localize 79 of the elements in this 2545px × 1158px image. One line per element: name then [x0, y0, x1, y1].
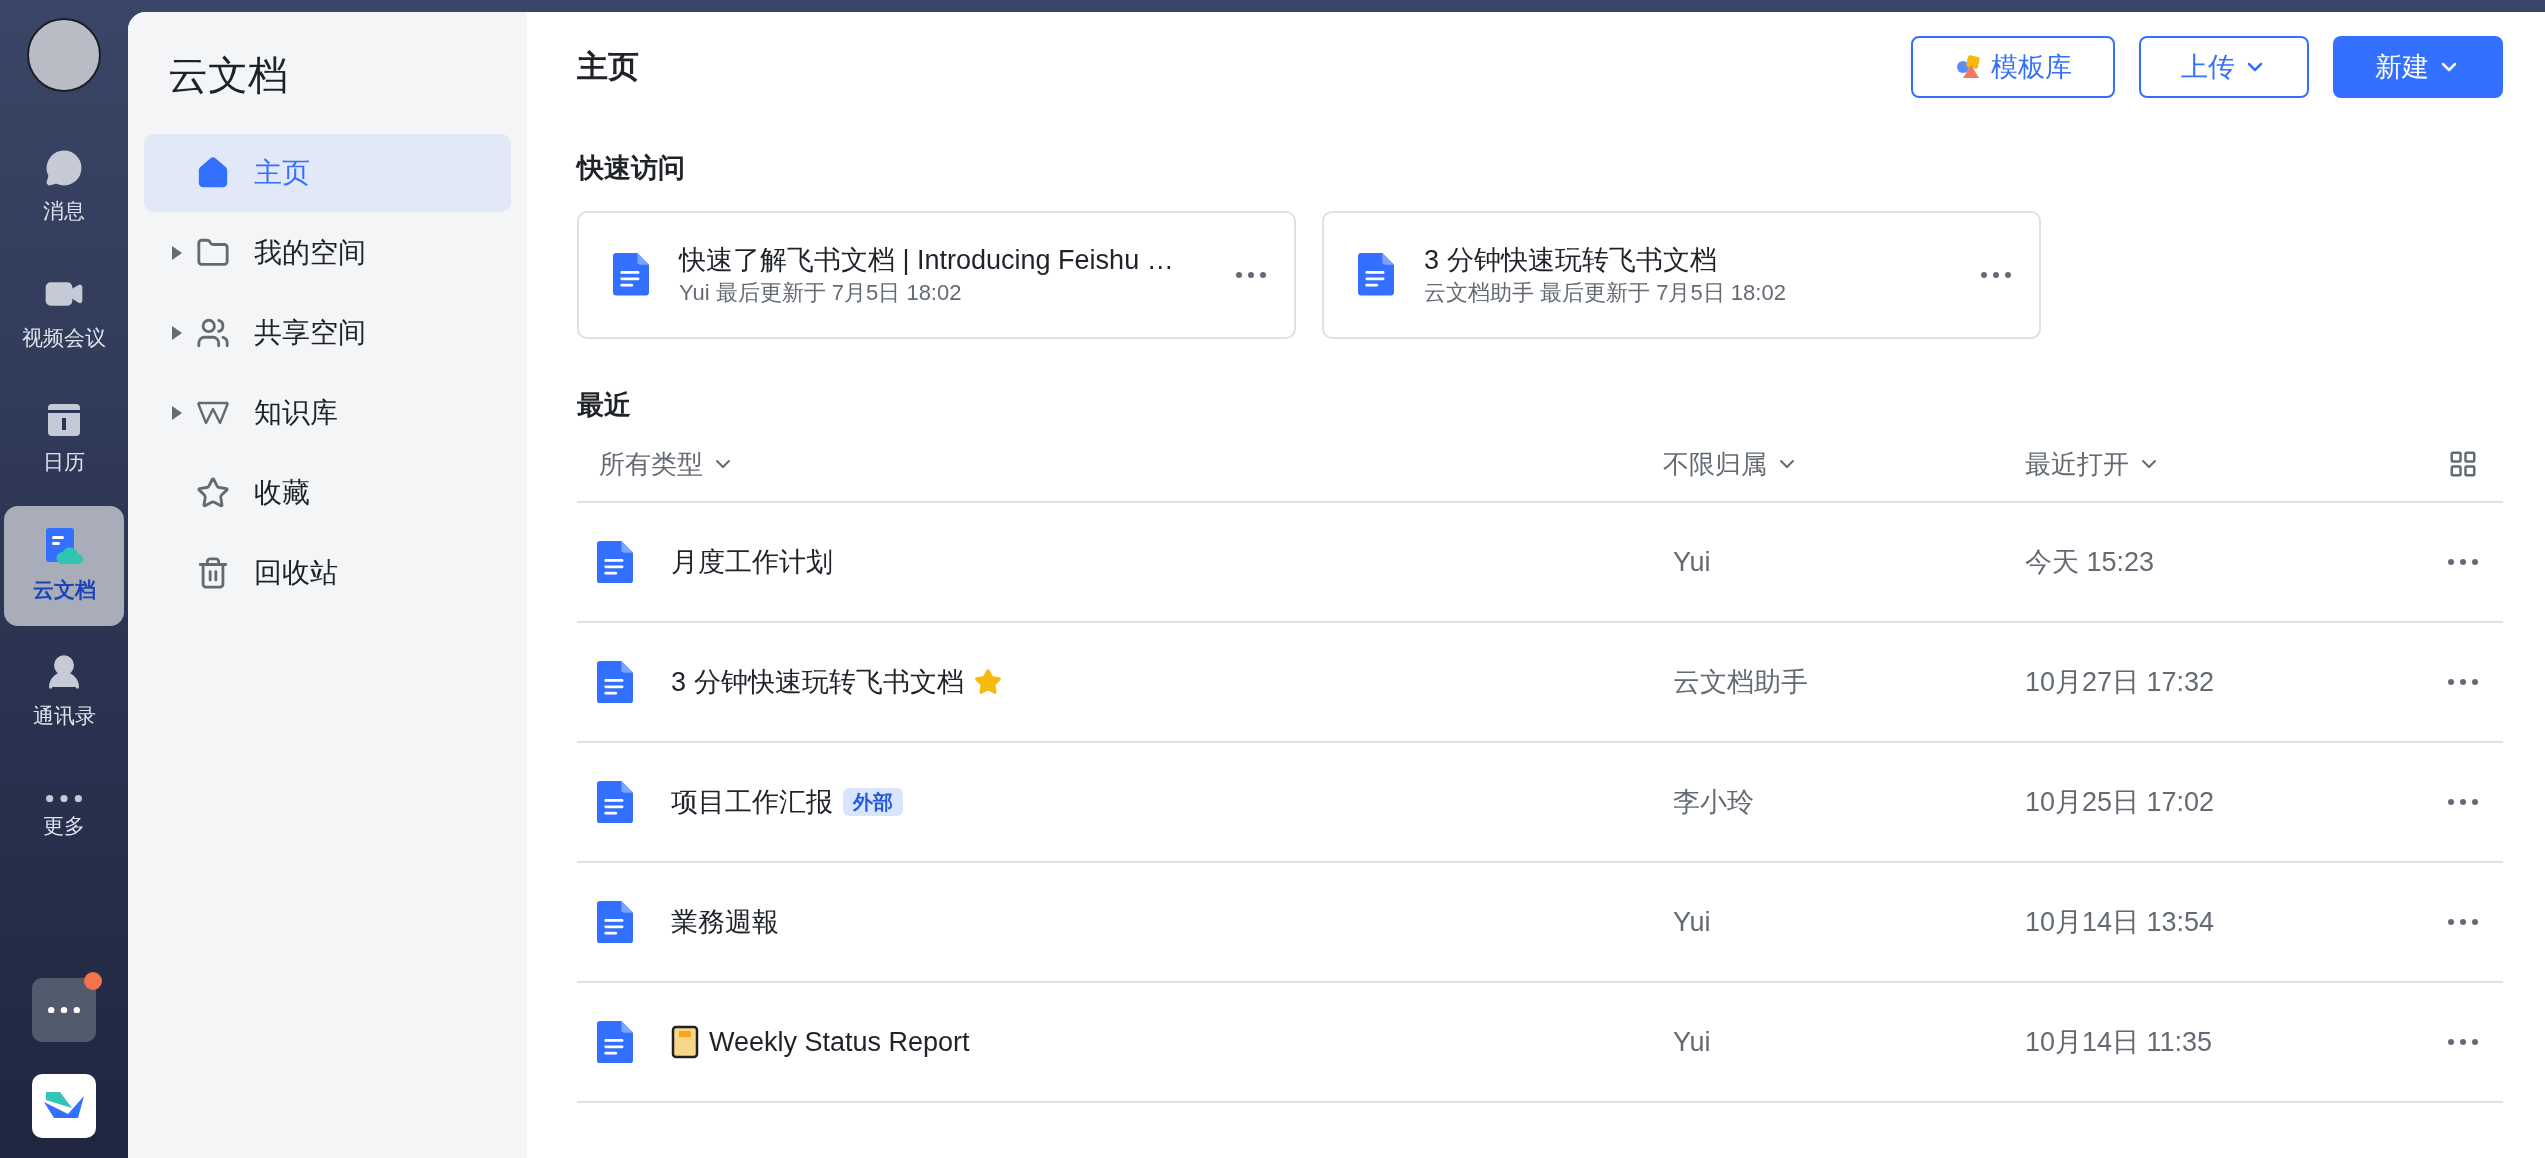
sidebar-title: 云文档 — [167, 52, 288, 99]
sidebar-item[interactable]: 我的空间 — [144, 214, 511, 292]
owner-name: 云文档助手 — [1673, 666, 1808, 697]
owner-name: Yui — [1673, 1026, 1711, 1057]
quick-access-card[interactable]: 3 分钟快速玩转飞书文档 云文档助手 最后更新于 7月5日 18:02 — [1322, 210, 2041, 339]
more-icon[interactable] — [1236, 271, 1266, 278]
nav-tab[interactable]: 更多 — [4, 758, 124, 878]
file-row[interactable]: 项目工作汇报 外部 李小玲 10月25日 17:02 — [577, 743, 2503, 863]
file-row[interactable]: Weekly Status Report Yui 10月14日 11:35 — [577, 983, 2503, 1103]
star-icon — [196, 476, 230, 510]
more-icon — [46, 794, 82, 802]
nav-tab[interactable]: 消息 — [4, 128, 124, 248]
file-row[interactable]: 3 分钟快速玩转飞书文档 云文档助手 10月27日 17:32 — [577, 623, 2503, 743]
shapes-icon — [1954, 53, 1983, 81]
sidebar-item[interactable]: 知识库 — [144, 374, 511, 452]
file-name: 3 分钟快速玩转飞书文档 — [671, 665, 964, 699]
expand-triangle-icon — [172, 246, 182, 260]
expand-triangle-icon — [172, 326, 182, 340]
home-icon — [196, 156, 230, 190]
trash-icon — [196, 556, 230, 590]
owner-name: Yui — [1673, 546, 1711, 577]
type-filter[interactable]: 所有类型 — [599, 444, 735, 484]
more-icon[interactable] — [2448, 919, 2478, 925]
document-icon — [597, 900, 633, 944]
more-icon[interactable] — [2448, 1039, 2478, 1045]
more-icon — [48, 1006, 80, 1014]
owner-name: Yui — [1673, 906, 1711, 937]
more-icon[interactable] — [2448, 679, 2478, 685]
document-icon — [597, 780, 633, 824]
document-icon — [597, 1020, 633, 1064]
nav-tab[interactable]: 通讯录 — [4, 632, 124, 752]
more-icon[interactable] — [2448, 799, 2478, 805]
sort-dropdown[interactable]: 最近打开 — [2025, 444, 2161, 484]
card-meta: 云文档助手 最后更新于 7月5日 18:02 — [1424, 278, 1787, 307]
more-icon[interactable] — [1981, 271, 2011, 278]
nav-tab[interactable]: 云文档 — [4, 506, 124, 626]
external-tag: 外部 — [843, 788, 903, 816]
document-cloud-icon — [44, 526, 84, 567]
file-name: Weekly Status Report — [709, 1025, 970, 1059]
file-name: 月度工作计划 — [671, 545, 833, 579]
owner-name: 李小玲 — [1673, 786, 1754, 817]
card-title: 3 分钟快速玩转飞书文档 — [1424, 243, 1718, 277]
apps-button[interactable] — [32, 978, 96, 1042]
calendar-icon — [46, 402, 82, 439]
sidebar-item[interactable]: 回收站 — [144, 534, 511, 612]
file-name: 项目工作汇报 — [671, 785, 833, 819]
new-button[interactable]: 新建 — [2333, 36, 2503, 98]
expand-triangle-icon — [172, 406, 182, 420]
opened-time: 10月27日 17:32 — [2025, 666, 2215, 697]
people-icon — [196, 316, 230, 350]
file-row[interactable]: 業務週報 Yui 10月14日 13:54 — [577, 863, 2503, 983]
upload-button[interactable]: 上传 — [2139, 36, 2309, 98]
opened-time: 今天 15:23 — [2025, 546, 2155, 577]
notebook-icon — [671, 1025, 699, 1059]
app-logo[interactable] — [32, 1074, 96, 1138]
section-heading: 最近 — [577, 388, 631, 422]
document-icon — [1358, 253, 1394, 296]
template-library-button[interactable]: 模板库 — [1911, 36, 2115, 98]
grid-view-icon[interactable] — [2448, 449, 2478, 479]
document-icon — [613, 253, 649, 296]
quick-access-card[interactable]: 快速了解飞书文档 | Introducing Feishu … Yui 最后更新于 7月5日 18:02 — [577, 210, 1296, 339]
file-row[interactable]: 月度工作计划 Yui 今天 15:23 — [577, 503, 2503, 623]
card-title: 快速了解飞书文档 | Introducing Feishu … — [679, 243, 1175, 277]
opened-time: 10月25日 17:02 — [2025, 786, 2215, 817]
page-title: 主页 — [577, 47, 639, 86]
opened-time: 10月14日 11:35 — [2025, 1026, 2213, 1057]
document-icon — [597, 540, 633, 584]
nav-tab[interactable]: 视频会议 — [4, 254, 124, 374]
card-meta: Yui 最后更新于 7月5日 18:02 — [679, 278, 963, 307]
section-heading: 快速访问 — [577, 152, 685, 185]
document-icon — [597, 660, 633, 704]
file-name: 業務週報 — [671, 905, 779, 939]
more-icon[interactable] — [2448, 559, 2478, 565]
sidebar-item[interactable]: 收藏 — [144, 454, 511, 532]
nav-tab[interactable]: 日历 — [4, 380, 124, 500]
chat-icon — [45, 149, 83, 188]
opened-time: 10月14日 13:54 — [2025, 906, 2215, 937]
sidebar-item[interactable]: 共享空间 — [144, 294, 511, 372]
owner-filter[interactable]: 不限归属 — [1663, 444, 1799, 484]
